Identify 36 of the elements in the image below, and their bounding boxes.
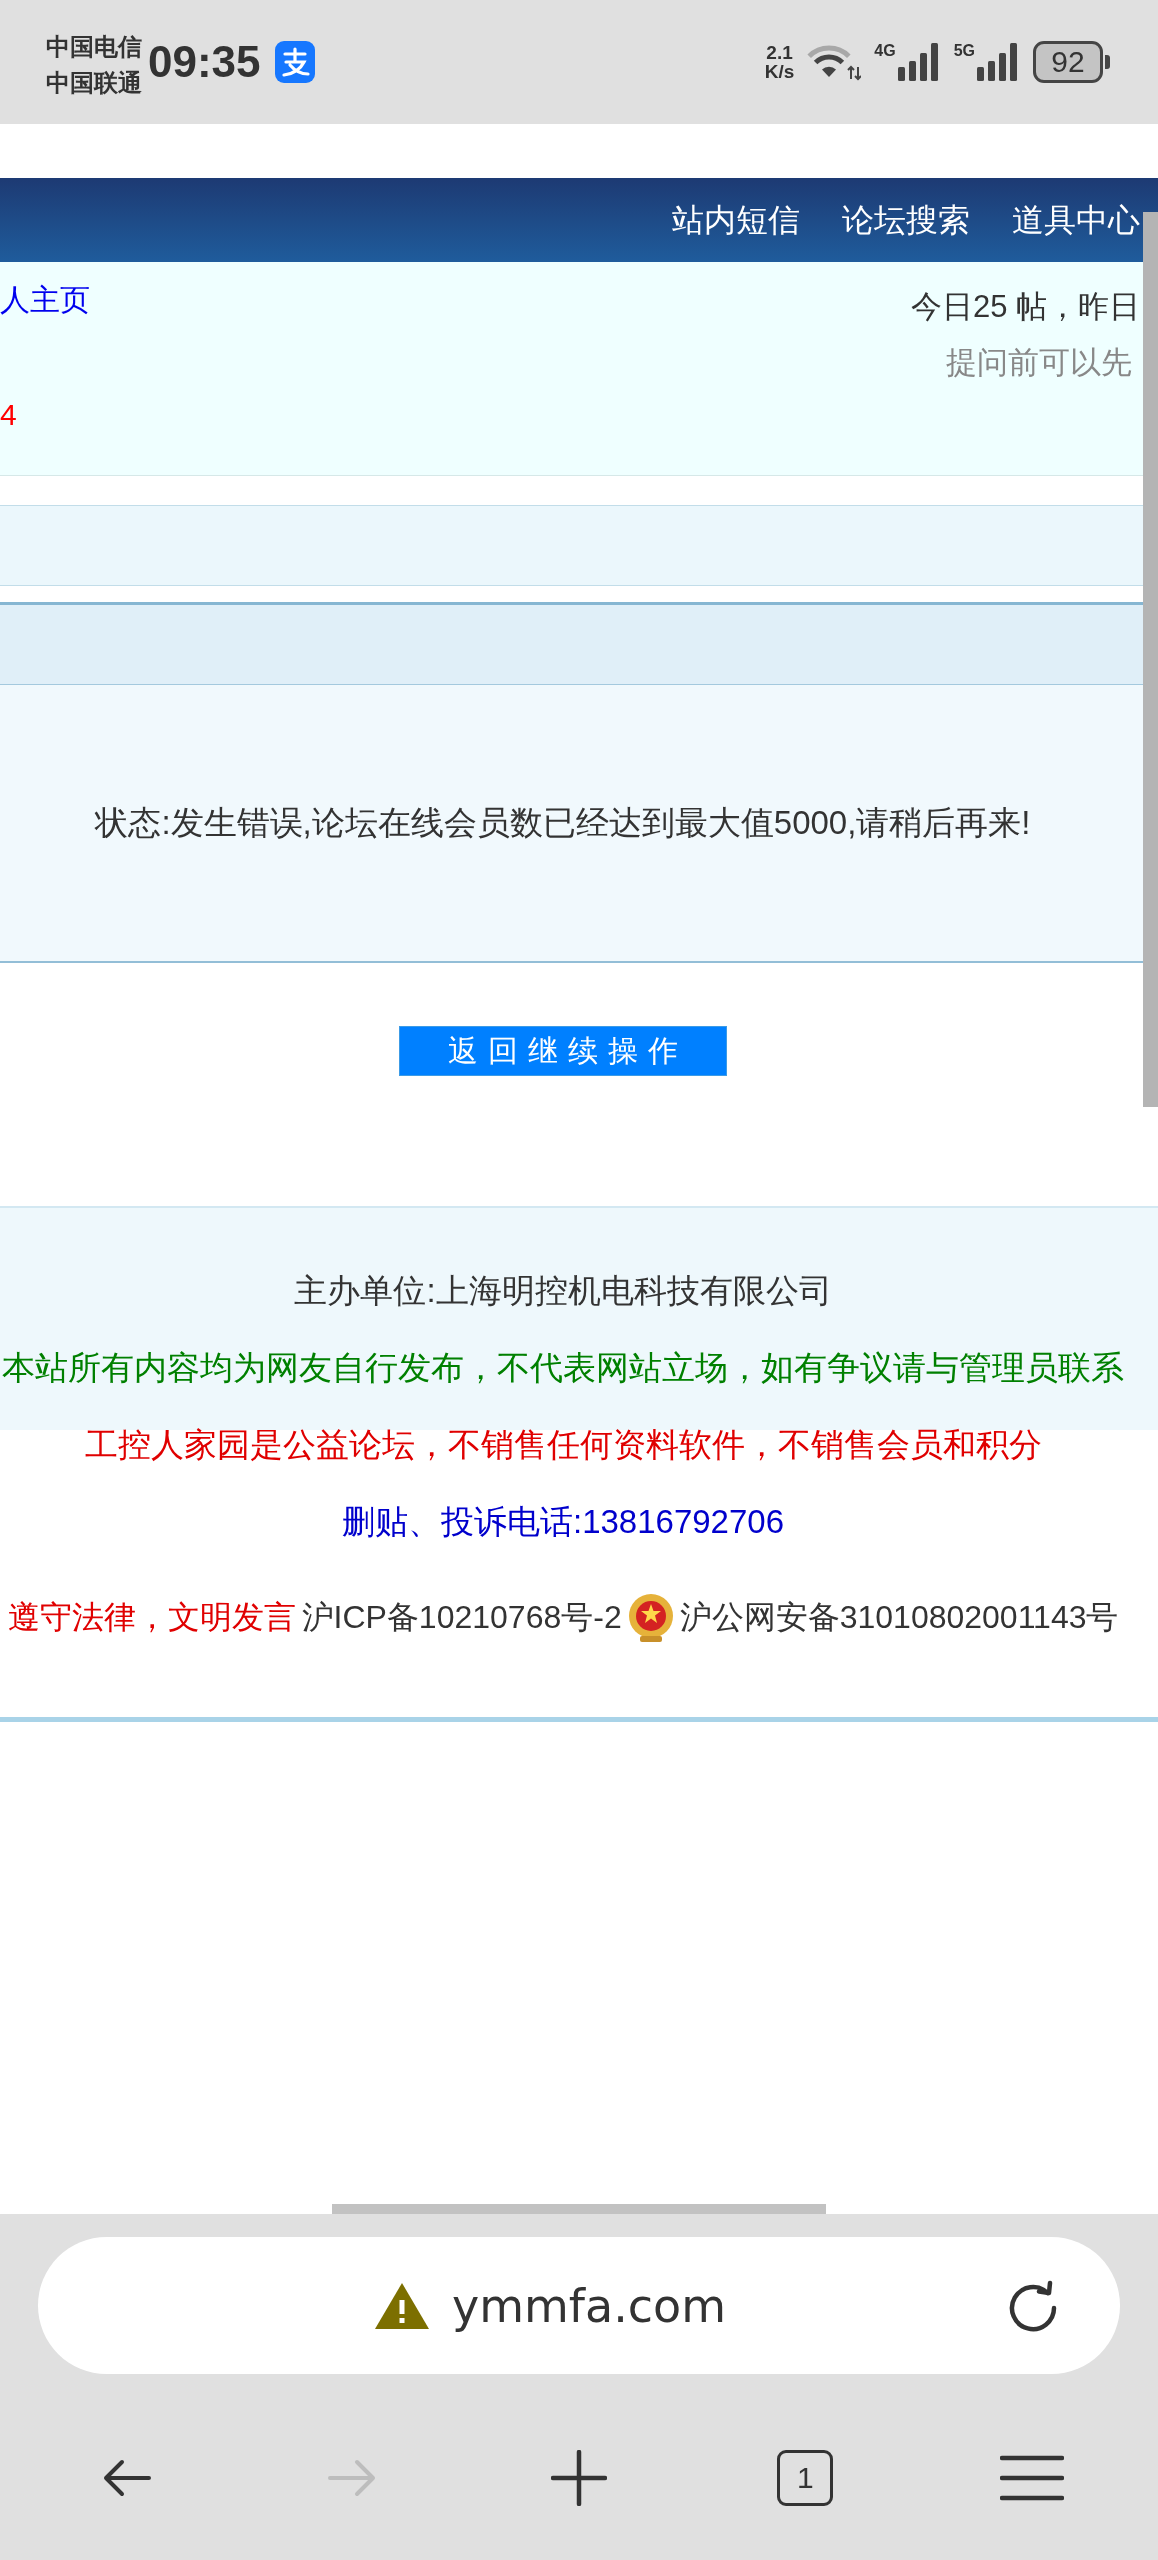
battery-indicator: 92: [1033, 41, 1110, 83]
emblem-icon: [627, 1591, 674, 1642]
network-type-label: 5G: [953, 43, 975, 59]
forum-stats: 今日25 帖，昨日: [910, 288, 1140, 326]
plus-icon: [551, 2450, 607, 2506]
nav-link[interactable]: 论坛搜索: [842, 200, 970, 240]
footer-text: 遵守法律，文明发言: [7, 1597, 296, 1637]
url-text: ymmfa.com: [451, 2277, 727, 2334]
menu-icon: [999, 2455, 1064, 2501]
forward-arrow-icon: [327, 2458, 378, 2498]
carrier-name: 中国电信: [46, 32, 142, 62]
footer-text: 本站所有内容均为网友自行发布，不代表网站立场，如有争议请与管理员联系: [2, 1348, 1124, 1388]
wifi-icon: [807, 43, 862, 81]
signal-bars-icon: [896, 43, 941, 81]
tab-count-button[interactable]: 1: [777, 2450, 834, 2506]
nav-link[interactable]: 站内短信: [672, 200, 800, 240]
search-hint: 提问前可以先: [946, 344, 1132, 382]
network-type-label: 4G: [874, 43, 896, 59]
clock-time: 09:35: [148, 37, 261, 87]
return-button[interactable]: 返回继续操作: [399, 1026, 727, 1076]
carrier-name: 中国联通: [46, 68, 142, 98]
profile-link[interactable]: 人主页: [0, 280, 90, 320]
footer-text: 沪公网安备31010802001143号: [679, 1597, 1119, 1637]
footer-text: 主办单位:上海明控机电科技有限公司: [294, 1271, 832, 1311]
nav-link[interactable]: 道具中心: [1012, 200, 1140, 240]
notice-text: 4: [0, 397, 17, 433]
back-arrow-icon: [101, 2458, 152, 2498]
error-message: 状态:发生错误,论坛在线会员数已经达到最大值5000,请稍后再来!: [95, 803, 1031, 843]
footer-text: 工控人家园是公益论坛，不销售任何资料软件，不销售会员和积分: [84, 1425, 1042, 1465]
app-icon: [274, 41, 315, 83]
speed-unit: K/s: [764, 62, 795, 81]
footer-text: 删贴、投诉电话:13816792706: [341, 1502, 785, 1542]
signal-bars-icon: [976, 43, 1020, 81]
address-bar[interactable]: ymmfa.com: [38, 2237, 1120, 2374]
footer-text: 沪ICP备10210768号-2: [301, 1597, 622, 1637]
speed-value: 2.1: [766, 43, 793, 62]
